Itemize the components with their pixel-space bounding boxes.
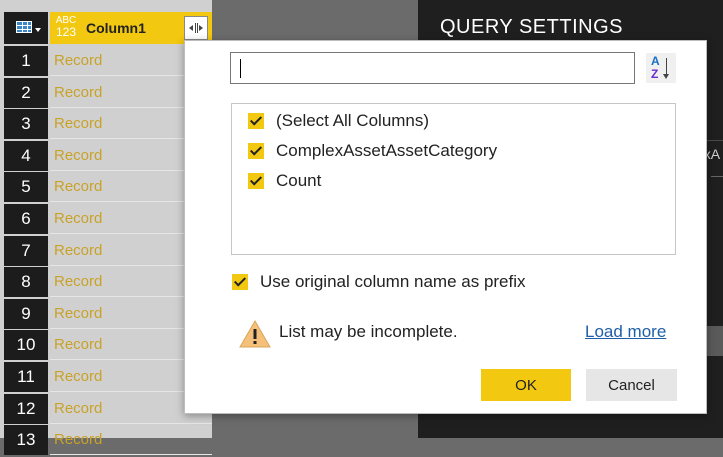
ok-button[interactable]: OK	[481, 369, 571, 401]
prefix-label: Use original column name as prefix	[260, 272, 526, 291]
table-row: 13 Record	[0, 425, 212, 457]
sort-button[interactable]: AZ	[646, 53, 676, 83]
grid-rows: 1 Record 2 Record 3 Record 4 Record 5 Record …	[0, 46, 212, 457]
checkbox-checked[interactable]	[248, 143, 264, 159]
list-item-label: ComplexAssetAssetCategory	[276, 141, 498, 160]
cancel-button[interactable]: Cancel	[586, 369, 677, 401]
checkbox-checked[interactable]	[248, 173, 264, 189]
any-type-icon[interactable]: ABC 123	[54, 15, 78, 41]
column-list: (Select All Columns) ComplexAssetAssetCa…	[231, 103, 676, 255]
text-cursor	[240, 59, 241, 78]
row-number[interactable]: 8	[4, 267, 48, 298]
row-number[interactable]: 11	[4, 361, 48, 392]
table-row: 10 Record	[0, 330, 212, 362]
warning-icon	[239, 320, 271, 348]
chevron-down-icon	[35, 28, 41, 32]
row-number[interactable]: 1	[4, 46, 48, 76]
row-number[interactable]: 9	[4, 298, 48, 329]
row-number[interactable]: 6	[4, 203, 48, 234]
row-number[interactable]: 2	[4, 77, 48, 108]
row-number[interactable]: 5	[4, 172, 48, 203]
sort-a-z-icon: AZ	[651, 54, 660, 81]
checkbox-checked[interactable]	[248, 113, 264, 129]
row-number[interactable]: 13	[4, 425, 48, 456]
column-name: Column1	[86, 20, 146, 36]
prefix-checkbox[interactable]	[232, 274, 248, 290]
table-row: 4 Record	[0, 140, 212, 173]
table-row: 1 Record	[0, 46, 212, 78]
record-cell[interactable]: Record	[50, 425, 212, 456]
table-icon	[16, 21, 32, 33]
table-row: 7 Record	[0, 235, 212, 268]
table-row: 9 Record	[0, 298, 212, 331]
table-row: 8 Record	[0, 267, 212, 299]
search-input[interactable]	[230, 52, 635, 84]
data-grid: ABC 123 Column1 1 Record 2 Record 3 Record …	[0, 0, 212, 456]
list-item-column[interactable]: Count	[248, 169, 321, 193]
table-menu-button[interactable]	[4, 12, 48, 44]
grid-header: ABC 123 Column1	[0, 12, 212, 44]
table-row: 11 Record	[0, 361, 212, 394]
divider	[711, 176, 723, 177]
expand-column-button[interactable]	[184, 16, 208, 40]
table-row: 12 Record	[0, 393, 212, 426]
expand-arrows-icon	[189, 23, 203, 33]
table-row: 6 Record	[0, 203, 212, 236]
row-number[interactable]: 12	[4, 393, 48, 424]
warning-text: List may be incomplete.	[279, 322, 458, 341]
expand-columns-dropdown: AZ (Select All Columns) ComplexAssetAsse…	[184, 40, 707, 414]
table-row: 2 Record	[0, 77, 212, 110]
list-item-column[interactable]: ComplexAssetAssetCategory	[248, 139, 497, 163]
list-item-label: (Select All Columns)	[276, 111, 430, 130]
row-number[interactable]: 7	[4, 235, 48, 266]
arrow-down-icon	[663, 58, 669, 79]
list-item-select-all[interactable]: (Select All Columns)	[248, 109, 429, 133]
panel-title: QUERY SETTINGS	[440, 16, 623, 38]
row-number[interactable]: 4	[4, 140, 48, 171]
list-item-label: Count	[276, 171, 322, 190]
prefix-option[interactable]: Use original column name as prefix	[232, 270, 526, 294]
table-row: 5 Record	[0, 172, 212, 204]
load-more-link[interactable]: Load more	[585, 322, 666, 342]
table-row: 3 Record	[0, 109, 212, 141]
row-number[interactable]: 3	[4, 109, 48, 140]
row-number[interactable]: 10	[4, 330, 48, 361]
